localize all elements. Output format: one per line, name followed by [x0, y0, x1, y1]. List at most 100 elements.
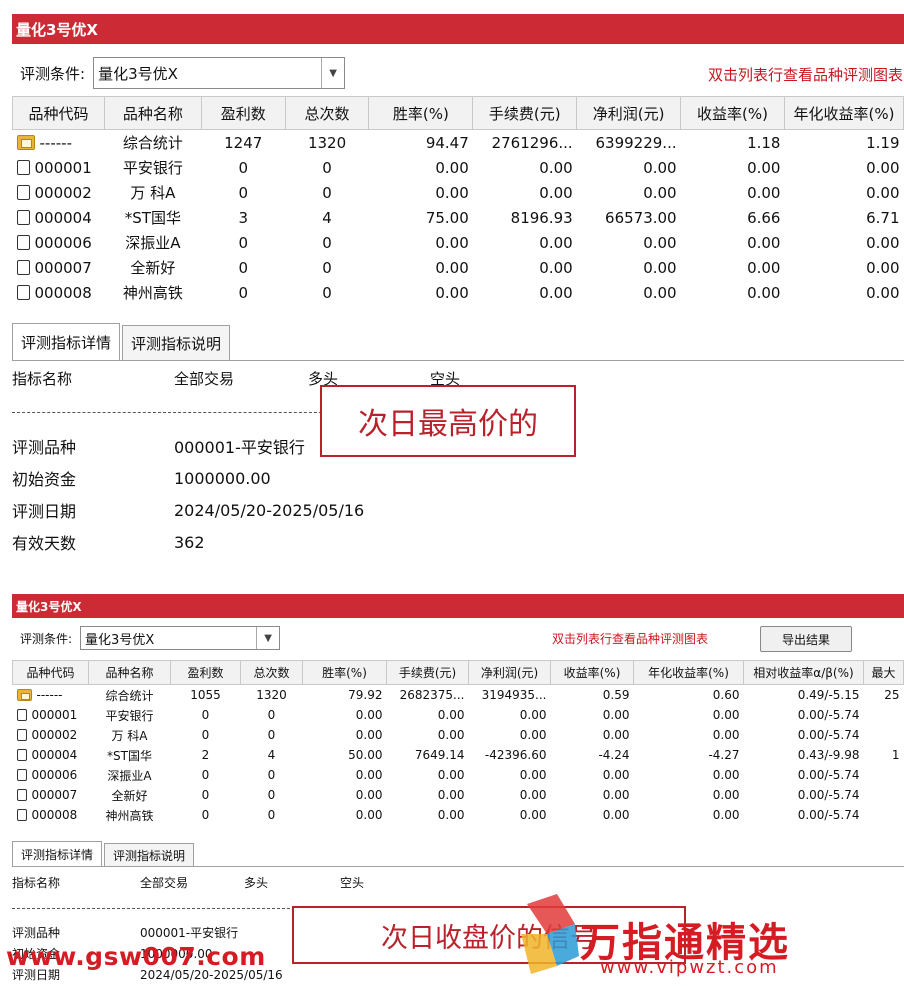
- cell-annual: 0.00: [712, 708, 740, 722]
- cell-win: 0: [238, 158, 248, 177]
- condition-select[interactable]: 量化3号优X ▼: [80, 626, 281, 650]
- folder-icon: [16, 134, 35, 150]
- column-header[interactable]: 总次数: [240, 660, 303, 685]
- result-table: 品种代码 品种名称 盈利数 总次数 胜率(%) 手续费(元) 净利润(元) 收益率(%) 年化收…: [12, 96, 904, 305]
- cell-name: 深振业A: [107, 768, 152, 783]
- cell-rate: 0.00: [355, 728, 383, 742]
- window-title: 量化3号优X: [16, 20, 99, 39]
- column-header[interactable]: 品种名称: [88, 660, 171, 685]
- table-row[interactable]: 000008 神州高铁 0 0 0.00 0.00 0.00 0.00 0.00: [13, 280, 904, 305]
- cell-code: 000007: [13, 785, 89, 805]
- column-header[interactable]: 手续费(元): [386, 660, 469, 685]
- cell-fee: 0.00: [539, 233, 573, 252]
- cell-ret: 0.00: [747, 158, 781, 177]
- chevron-down-icon[interactable]: ▼: [256, 627, 279, 649]
- cell-ret: 0.00: [602, 708, 630, 722]
- cell-code: 000002: [13, 180, 105, 205]
- info-row: 评测日期 2024/05/20-2025/05/16: [12, 494, 364, 526]
- table-row[interactable]: 000004 *ST国华 2 4 50.00 7649.14 -42396.60 -4.24 -…: [13, 745, 904, 765]
- table-row[interactable]: 000008 神州高铁 0 0 0.00 0.00 0.00 0.00 0.00 0.00/-5.…: [13, 805, 904, 825]
- tab-detail[interactable]: 评测指标详情: [12, 323, 121, 360]
- cell-win: 0: [201, 708, 210, 722]
- cell-code-text: 000001: [34, 158, 92, 177]
- table-header-row: 品种代码 品种名称 盈利数 总次数 胜率(%) 手续费(元) 净利润(元) 收益率(%) 年化收…: [12, 96, 904, 130]
- column-header[interactable]: 胜率(%): [302, 660, 387, 685]
- cell-name: 神州高铁: [122, 284, 183, 302]
- info-row: 评测品种 000001-平安银行: [12, 430, 364, 462]
- cell-profit: 0.00: [519, 808, 547, 822]
- table-row[interactable]: 000004 *ST国华 3 4 75.00 8196.93 66573.00 6.66 6.7…: [13, 205, 904, 230]
- column-header[interactable]: 收益率(%): [680, 96, 785, 130]
- cell-annual: 0.00: [866, 233, 900, 252]
- chevron-down-icon[interactable]: ▼: [321, 58, 344, 88]
- detail-info: 评测品种 000001-平安银行 初始资金 1000000.00 评测日期 2024/…: [12, 430, 364, 558]
- cell-name: *ST国华: [124, 209, 181, 227]
- table-row[interactable]: 000007 全新好 0 0 0.00 0.00 0.00 0.00 0.00 0.00/-5.7…: [13, 785, 904, 805]
- table-row[interactable]: ------ 综合统计 1247 1320 94.47 2761296... 6399229…: [13, 130, 904, 156]
- condition-select[interactable]: 量化3号优X ▼: [93, 57, 346, 89]
- cell-max: [864, 705, 904, 725]
- cell-fee: 0.00: [437, 728, 465, 742]
- cell-annual: 0.00: [866, 158, 900, 177]
- cell-ret: 6.66: [747, 208, 781, 227]
- info-value: 000001-平安银行: [140, 926, 239, 940]
- annotation-callout: 次日最高价的: [320, 385, 576, 457]
- tab-description[interactable]: 评测指标说明: [104, 843, 195, 866]
- condition-select-value: 量化3号优X: [85, 632, 155, 648]
- condition-select-value: 量化3号优X: [98, 64, 178, 83]
- export-button[interactable]: 导出结果: [760, 626, 852, 652]
- table-row[interactable]: 000006 深振业A 0 0 0.00 0.00 0.00 0.00 0.00: [13, 230, 904, 255]
- condition-row: 评测条件: 量化3号优X ▼ 双击列表行查看品种评测图表: [12, 56, 904, 90]
- cell-ret: 0.00: [747, 258, 781, 277]
- column-header[interactable]: 年化收益率(%): [783, 96, 904, 130]
- column-header[interactable]: 总次数: [284, 96, 370, 130]
- column-header[interactable]: 品种名称: [103, 96, 202, 130]
- column-header[interactable]: 净利润(元): [468, 660, 551, 685]
- column-header[interactable]: 年化收益率(%): [633, 660, 744, 685]
- table-header-row: 品种代码 品种名称 盈利数 总次数 胜率(%) 手续费(元) 净利润(元) 收益率(%) 年化收…: [12, 660, 904, 685]
- document-icon: [16, 729, 27, 741]
- column-header[interactable]: 最大: [863, 660, 904, 685]
- watermark-url: www.vipwzt.com: [600, 957, 779, 978]
- cell-name: 万 科A: [111, 728, 148, 743]
- cell-max: [864, 725, 904, 745]
- cell-name: 平安银行: [105, 708, 154, 723]
- cell-profit: 6399229...: [595, 133, 677, 152]
- column-header[interactable]: 品种代码: [12, 96, 105, 130]
- column-header[interactable]: 胜率(%): [368, 96, 474, 130]
- cell-rel: 0.00/-5.74: [797, 708, 860, 722]
- cell-annual: 0.00: [866, 183, 900, 202]
- column-header[interactable]: 盈利数: [170, 660, 241, 685]
- cell-annual: 1.19: [866, 133, 900, 152]
- column-header[interactable]: 净利润(元): [576, 96, 682, 130]
- table-row[interactable]: 000001 平安银行 0 0 0.00 0.00 0.00 0.00 0.00: [13, 155, 904, 180]
- table-row[interactable]: 000002 万 科A 0 0 0.00 0.00 0.00 0.00 0.00 0.00/-5.…: [13, 725, 904, 745]
- cell-total: 0: [267, 728, 276, 742]
- cell-total: 0: [322, 283, 332, 302]
- cell-profit: 0.00: [643, 233, 677, 252]
- cell-name: 综合统计: [105, 688, 154, 703]
- column-header[interactable]: 盈利数: [200, 96, 286, 130]
- cell-rate: 0.00: [435, 183, 469, 202]
- column-header[interactable]: 手续费(元): [472, 96, 578, 130]
- cell-ret: 0.59: [602, 688, 630, 702]
- watermark-logo-icon: [521, 894, 579, 974]
- cell-total: 0: [267, 768, 276, 782]
- column-header[interactable]: 相对收益率α/β(%): [743, 660, 864, 685]
- table-row[interactable]: ------ 综合统计 1055 1320 79.92 2682375... 3194935…: [13, 685, 904, 706]
- table-row[interactable]: 000002 万 科A 0 0 0.00 0.00 0.00 0.00 0.00: [13, 180, 904, 205]
- detail-col-long: 多头: [244, 876, 269, 890]
- tab-detail[interactable]: 评测指标详情: [12, 841, 103, 866]
- tab-description[interactable]: 评测指标说明: [122, 325, 231, 360]
- table-row[interactable]: 000007 全新好 0 0 0.00 0.00 0.00 0.00 0.00: [13, 255, 904, 280]
- cell-win: 0: [238, 283, 248, 302]
- cell-total: 0: [267, 708, 276, 722]
- cell-code: 000008: [13, 805, 89, 825]
- table-row[interactable]: 000006 深振业A 0 0 0.00 0.00 0.00 0.00 0.00 0.00/-5.…: [13, 765, 904, 785]
- cell-profit: 0.00: [519, 728, 547, 742]
- cell-annual: 0.00: [866, 258, 900, 277]
- table-row[interactable]: 000001 平安银行 0 0 0.00 0.00 0.00 0.00 0.00 0.00/-5.…: [13, 705, 904, 725]
- column-header[interactable]: 品种代码: [12, 660, 89, 685]
- cell-annual: 0.00: [712, 808, 740, 822]
- column-header[interactable]: 收益率(%): [550, 660, 634, 685]
